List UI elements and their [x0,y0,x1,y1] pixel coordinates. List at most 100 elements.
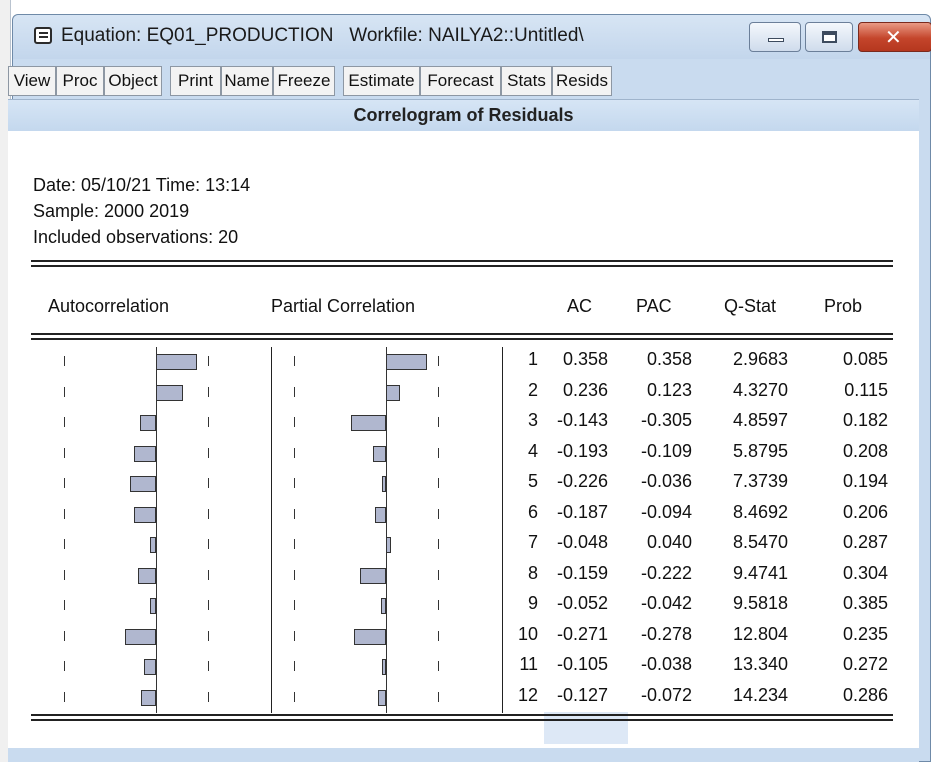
print-button[interactable]: Print [170,66,221,96]
stats-button[interactable]: Stats [501,66,552,96]
pac-value: 0.123 [646,379,692,400]
ac-zero-axis [156,408,157,439]
qstat-value: 4.3270 [732,379,788,400]
confidence-bound-mark [64,447,65,458]
cell-selection-highlight[interactable] [544,712,628,744]
pac-value: -0.305 [640,410,692,430]
confidence-bound-mark [294,508,295,519]
confidence-bound-mark [208,630,209,641]
confidence-bound-mark [438,661,439,671]
maximize-button[interactable] [805,22,853,52]
lag-number: 10 [517,623,538,644]
pac-zero-axis [386,408,387,439]
confidence-bound-mark [438,600,439,610]
ac-zero-axis [156,591,157,622]
confidence-bound-mark [294,691,295,702]
confidence-bound-mark [208,386,209,397]
confidence-bound-mark [208,539,209,549]
ac-header: AC [567,296,593,316]
autocorrelation-bar [150,598,156,614]
partial-correlation-bar [386,384,401,401]
partial-correlation-bar [350,415,386,431]
confidence-bound-mark [294,661,295,671]
equation-window-icon[interactable] [34,27,52,44]
view-button[interactable]: View [8,66,56,96]
lag-number: 6 [527,501,538,522]
lag-number: 3 [527,410,538,430]
estimate-button[interactable]: Estimate [343,66,420,96]
confidence-bound-mark [438,508,439,519]
close-button[interactable]: ✕ [858,22,931,52]
ac-value: -0.226 [556,471,608,491]
ac-value: -0.193 [556,440,608,461]
date-time-line: Date: 05/10/21 Time: 13:14 [33,175,251,195]
ac-zero-axis [156,682,157,713]
partial-correlation-bar [375,506,386,523]
confidence-bound-mark [438,356,439,366]
qstat-value: 9.4741 [732,562,788,583]
confidence-bound-mark [64,600,65,610]
qstat-value: 2.9683 [732,349,788,369]
lag-number: 2 [527,379,538,400]
partial-correlation-bar [373,445,386,462]
confidence-bound-mark [438,630,439,641]
lag-number: 4 [527,440,538,461]
view-title: Correlogram of Residuals [8,99,919,131]
column-separator-left [271,347,272,713]
ac-value: -0.105 [556,654,608,674]
ac-zero-axis [156,560,157,591]
confidence-bound-mark [438,478,439,488]
column-separator-right [502,347,503,713]
ac-value: 0.236 [562,379,608,400]
window-bottom-border [8,748,919,762]
pac-value: 0.358 [646,349,692,369]
confidence-bound-mark [208,661,209,671]
partial-correlation-bar [381,476,386,492]
partial-correlation-bar [377,689,386,706]
ac-zero-axis [156,530,157,561]
header-bottom-rule-2 [31,338,893,340]
confidence-bound-mark [294,386,295,397]
object-button[interactable]: Object [104,66,162,96]
confidence-bound-mark [438,386,439,397]
close-icon: ✕ [885,25,902,49]
prob-value: 0.182 [842,410,888,430]
proc-button[interactable]: Proc [56,66,104,96]
autocorrelation-bar [141,689,156,706]
partial-correlation-bar [386,537,391,553]
freeze-button[interactable]: Freeze [273,66,335,96]
qstat-value: 9.5818 [732,593,788,613]
confidence-bound-mark [64,569,65,580]
confidence-bound-mark [64,630,65,641]
qstat-value: 8.5470 [732,532,788,552]
pac-zero-axis [386,621,387,652]
prob-value: 0.115 [844,379,888,400]
confidence-bound-mark [208,447,209,458]
resids-button[interactable]: Resids [552,66,612,96]
confidence-bound-mark [438,539,439,549]
confidence-bound-mark [208,356,209,366]
pac-zero-axis [386,499,387,530]
minimize-button[interactable] [749,22,801,52]
prob-value: 0.286 [842,684,888,705]
forecast-button[interactable]: Forecast [420,66,501,96]
pac-value: -0.222 [640,562,692,583]
window-titlebar[interactable]: Equation: EQ01_PRODUCTION Workfile: NAIL… [13,15,931,59]
sample-line: Sample: 2000 2019 [33,201,190,221]
autocorrelation-bar [150,537,156,553]
partial-correlation-bar [386,354,428,370]
lag-number: 5 [527,471,538,491]
name-button[interactable]: Name [221,66,273,96]
prob-value: 0.287 [842,532,888,552]
lag-number: 9 [527,593,538,613]
confidence-bound-mark [64,508,65,519]
pac-value: -0.036 [640,471,692,491]
prob-value: 0.272 [842,654,888,674]
pac-value: -0.094 [640,501,692,522]
partial-correlation-header: Partial Correlation [271,296,416,316]
autocorrelation-bar [156,354,198,370]
ac-value: -0.048 [556,532,608,552]
autocorrelation-bar [137,567,156,584]
autocorrelation-bar [130,476,156,492]
window-title: Equation: EQ01_PRODUCTION Workfile: NAIL… [61,25,584,46]
